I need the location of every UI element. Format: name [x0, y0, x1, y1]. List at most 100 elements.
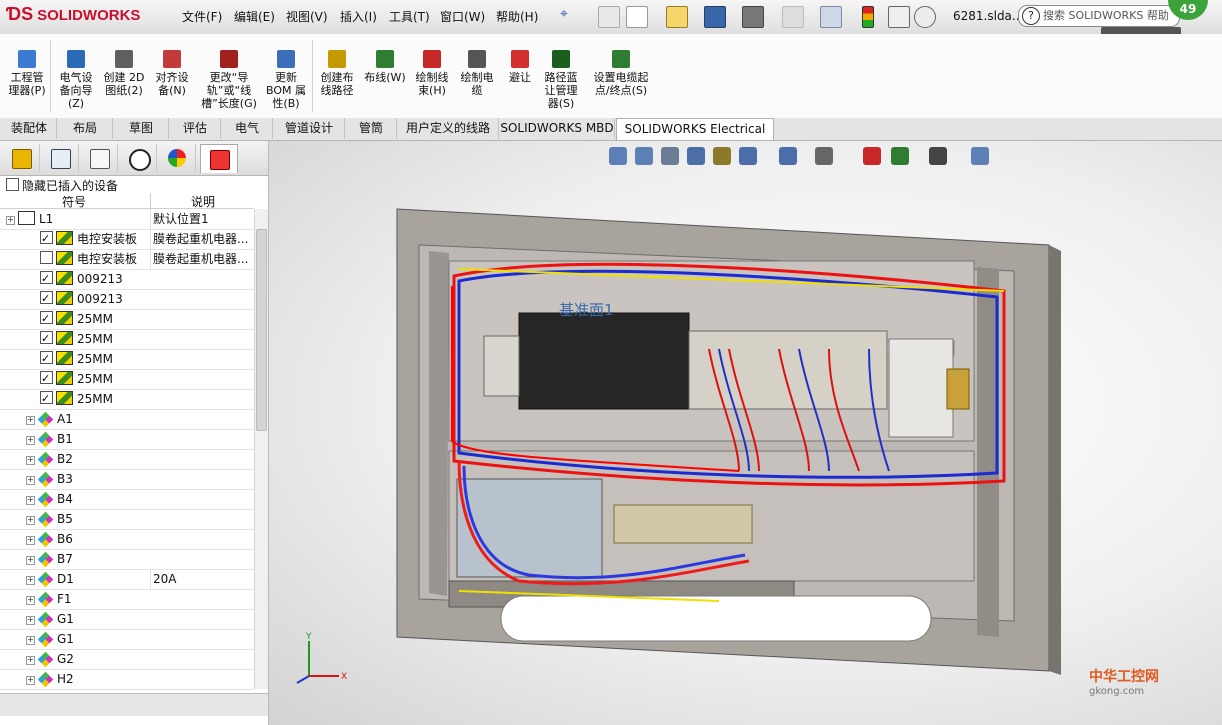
tab-9[interactable]: SOLIDWORKS Electrical 3D [616, 118, 774, 157]
ribbon-create-2d-button[interactable]: 创建 2D 图纸(2) [100, 50, 148, 97]
tree-row[interactable]: 25MM [0, 349, 254, 370]
undo-icon[interactable] [782, 6, 804, 28]
tab-2[interactable]: 草图 [114, 118, 169, 139]
ribbon-create-route-button[interactable]: 创建布 线路径 [316, 50, 358, 97]
tab-5[interactable]: 管道设计 [274, 118, 345, 139]
hide-inserted-checkbox[interactable]: 隐藏已插入的设备 [6, 177, 118, 194]
ribbon-draw-harness-button[interactable]: 绘制线 束(H) [410, 50, 454, 97]
tab-7[interactable]: 用户定义的线路 [398, 118, 499, 139]
expand-icon[interactable]: + [26, 676, 35, 685]
tree-row[interactable]: 25MM [0, 369, 254, 390]
feature-tree-tab[interactable] [3, 144, 40, 172]
expand-icon[interactable]: + [26, 456, 35, 465]
expand-icon[interactable]: + [26, 516, 35, 525]
expand-icon[interactable]: + [26, 496, 35, 505]
gear-icon[interactable] [914, 6, 936, 28]
tab-4[interactable]: 电气 [222, 118, 273, 139]
dimxpert-tab[interactable] [120, 144, 157, 172]
expand-icon[interactable]: + [6, 216, 15, 225]
tree-row[interactable]: + B3 [0, 469, 254, 490]
tree-row[interactable]: + B4 [0, 489, 254, 510]
row-checkbox[interactable] [40, 309, 53, 329]
ribbon-change-rail-button[interactable]: 更改“导 轨”或“线 槽”长度(G) [198, 50, 260, 110]
ribbon-set-cable-endpoints-button[interactable]: 设置电缆起 点/终点(S) [586, 50, 656, 97]
ribbon-avoid-button[interactable]: 避让 [505, 50, 535, 84]
expand-icon[interactable]: + [26, 416, 35, 425]
row-checkbox[interactable] [40, 369, 53, 389]
electrical-cabinet-model[interactable]: 基准面1 Y X [269, 141, 1222, 725]
ribbon-align-device-button[interactable]: 对齐设 备(N) [150, 50, 194, 97]
new-file-icon[interactable] [626, 6, 648, 28]
select-arrow-icon[interactable] [820, 6, 842, 28]
tree-row[interactable]: + D1 20A [0, 569, 254, 590]
tree-row[interactable]: + H2 [0, 669, 254, 690]
ribbon-draw-cable-button[interactable]: 绘制电 缆 [457, 50, 497, 97]
menu-item-3[interactable]: 插入(I) [340, 8, 377, 25]
tree-row[interactable]: + L1 默认位置1 [0, 209, 254, 230]
tree-row[interactable]: 25MM [0, 329, 254, 350]
solidworks-logo[interactable]: ƊS SOLIDWORKS [6, 4, 156, 30]
traffic-light-icon[interactable] [862, 6, 874, 28]
property-manager-tab[interactable] [42, 144, 79, 172]
print-icon[interactable] [742, 6, 764, 28]
expand-icon[interactable]: + [26, 556, 35, 565]
open-folder-icon[interactable] [666, 6, 688, 28]
checkbox[interactable] [6, 178, 19, 191]
expand-icon[interactable]: + [26, 656, 35, 665]
pin-icon[interactable]: ⌖ [560, 6, 574, 24]
ribbon-update-bom-button[interactable]: 更新 BOM 属 性(B) [262, 50, 310, 110]
ribbon-electrical-wizard-button[interactable]: 电气设 备向导 (Z) [55, 50, 97, 110]
row-checkbox[interactable] [40, 349, 53, 369]
tree-row[interactable]: + G2 [0, 649, 254, 670]
tree-row[interactable]: + B6 [0, 529, 254, 550]
tree-row[interactable]: + B1 [0, 429, 254, 450]
tree-row[interactable]: + A1 [0, 409, 254, 430]
menu-item-1[interactable]: 编辑(E) [234, 8, 275, 25]
tab-0[interactable]: 装配体 [2, 118, 57, 139]
tree-row[interactable]: + B5 [0, 509, 254, 530]
symbol-column-header[interactable]: 符号 [0, 193, 148, 210]
row-checkbox[interactable] [40, 329, 53, 349]
tab-1[interactable]: 布局 [58, 118, 113, 139]
help-search-input[interactable]: ? 搜索 SOLIDWORKS 帮助 [1018, 5, 1180, 27]
tree-row[interactable]: 009213 [0, 269, 254, 290]
file-properties-icon[interactable] [888, 6, 910, 28]
electrical-3d-tab[interactable] [200, 144, 238, 173]
row-checkbox[interactable] [40, 229, 53, 249]
menu-item-0[interactable]: 文件(F) [182, 8, 222, 25]
expand-icon[interactable]: + [26, 596, 35, 605]
ribbon-route-path-manager-button[interactable]: 路径蓝 让管理 器(S) [538, 50, 584, 110]
expand-icon[interactable]: + [26, 476, 35, 485]
save-icon[interactable] [704, 6, 726, 28]
tree-row[interactable]: + B2 [0, 449, 254, 470]
home-icon[interactable] [598, 6, 620, 28]
configuration-tab[interactable] [81, 144, 118, 172]
row-checkbox[interactable] [40, 269, 53, 289]
tree-row[interactable]: 电控安装板膜卷起重机电器... [0, 249, 254, 270]
tab-8[interactable]: SOLIDWORKS MBD [500, 118, 615, 139]
tree-row[interactable]: 25MM [0, 309, 254, 330]
menu-item-5[interactable]: 窗口(W) [440, 8, 485, 25]
tab-3[interactable]: 评估 [170, 118, 221, 139]
menu-item-6[interactable]: 帮助(H) [496, 8, 538, 25]
ribbon-project-manager-button[interactable]: 工程管 理器(P) [6, 50, 48, 97]
tab-6[interactable]: 管筒 [346, 118, 397, 139]
row-checkbox[interactable] [40, 389, 53, 409]
tree-row[interactable]: 25MM [0, 389, 254, 410]
row-checkbox[interactable] [40, 289, 53, 309]
tree-row[interactable]: + G1 [0, 629, 254, 650]
ribbon-routing-button[interactable]: 布线(W) [362, 50, 408, 84]
tree-row[interactable]: + G1 [0, 609, 254, 630]
expand-icon[interactable]: + [26, 576, 35, 585]
tree-row[interactable]: 009213 [0, 289, 254, 310]
expand-icon[interactable]: + [26, 536, 35, 545]
expand-icon[interactable]: + [26, 436, 35, 445]
graphics-viewport[interactable]: 基准面1 Y X 中华工控网 gkong.com [269, 141, 1222, 725]
tree-row[interactable]: + B7 [0, 549, 254, 570]
description-column-header[interactable]: 说明 [150, 193, 255, 210]
tree-row[interactable]: + F1 [0, 589, 254, 610]
menu-item-4[interactable]: 工具(T) [389, 8, 430, 25]
tree-row[interactable]: 电控安装板膜卷起重机电器... [0, 229, 254, 250]
menu-item-2[interactable]: 视图(V) [286, 8, 328, 25]
display-manager-tab[interactable] [159, 144, 196, 172]
